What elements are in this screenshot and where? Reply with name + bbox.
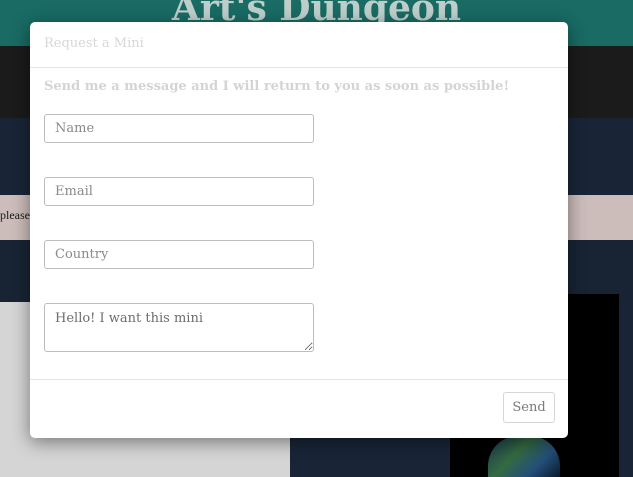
send-button[interactable]: Send xyxy=(503,392,555,423)
country-input[interactable] xyxy=(44,240,314,269)
modal-footer-divider xyxy=(30,379,568,380)
modal-header: Request a Mini xyxy=(30,22,568,68)
modal-subtitle: Send me a message and I will return to y… xyxy=(44,79,510,94)
modal-title: Request a Mini xyxy=(44,36,144,51)
name-input[interactable] xyxy=(44,114,314,143)
email-input[interactable] xyxy=(44,177,314,206)
request-mini-modal: Request a Mini Send me a message and I w… xyxy=(30,22,568,438)
message-textarea[interactable] xyxy=(44,303,314,352)
